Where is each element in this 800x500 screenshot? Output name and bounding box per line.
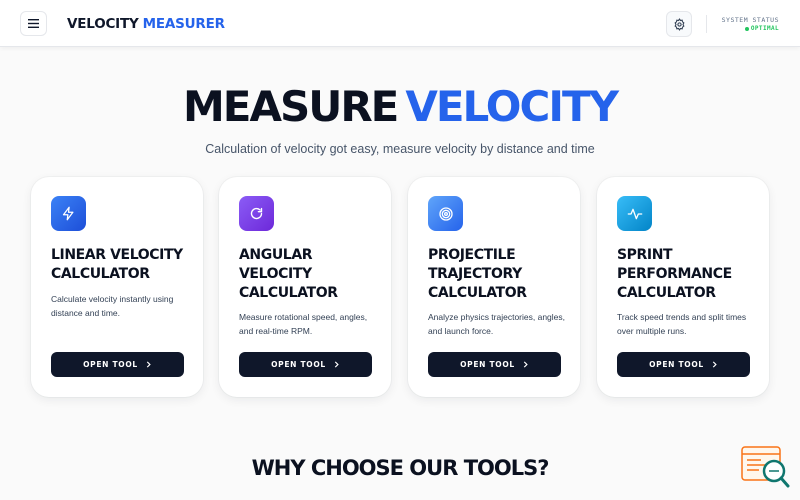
system-status: SYSTEM STATUS OPTIMAL bbox=[722, 16, 779, 32]
status-value-row: OPTIMAL bbox=[722, 25, 779, 32]
card-title: SPRINT PERFORMANCE CALCULATOR bbox=[617, 247, 732, 301]
card-linear-velocity: LINEAR VELOCITY CALCULATOR Calculate vel… bbox=[31, 177, 203, 397]
card-icon-box bbox=[428, 196, 463, 231]
card-projectile-trajectory: PROJECTILE TRAJECTORY CALCULATOR Analyze… bbox=[408, 177, 580, 397]
status-dot-icon bbox=[744, 26, 749, 31]
gear-icon bbox=[673, 17, 685, 31]
chevron-right-icon bbox=[334, 361, 339, 368]
card-icon-box bbox=[239, 196, 274, 231]
card-title: ANGULAR VELOCITY CALCULATOR bbox=[239, 247, 338, 301]
brand-part2: MEASURER bbox=[142, 16, 225, 32]
card-description: Calculate velocity instantly using dista… bbox=[51, 294, 174, 318]
lightning-bolt-icon bbox=[62, 206, 74, 221]
status-label: SYSTEM STATUS bbox=[721, 16, 779, 24]
open-tool-button[interactable]: OPEN TOOL bbox=[617, 352, 750, 377]
hero-title-part2: VELOCITY bbox=[405, 82, 619, 131]
card-description: Analyze physics trajectories, angles, an… bbox=[428, 312, 566, 336]
open-tool-label: OPEN TOOL bbox=[649, 360, 704, 369]
brand-part1: VELOCITY bbox=[67, 16, 139, 32]
hamburger-menu-icon bbox=[28, 19, 39, 28]
card-angular-velocity: ANGULAR VELOCITY CALCULATOR Measure rota… bbox=[219, 177, 391, 397]
open-tool-label: OPEN TOOL bbox=[271, 360, 326, 369]
card-sprint-performance: SPRINT PERFORMANCE CALCULATOR Track spee… bbox=[597, 177, 769, 397]
status-value: OPTIMAL bbox=[750, 25, 779, 32]
pulse-line-icon bbox=[627, 208, 642, 219]
hero-title-part1: MEASURE bbox=[182, 82, 399, 131]
card-description: Track speed trends and split times over … bbox=[617, 312, 747, 336]
open-tool-button[interactable]: OPEN TOOL bbox=[428, 352, 561, 377]
menu-button[interactable] bbox=[20, 11, 47, 36]
card-icon-box bbox=[617, 196, 652, 231]
target-icon bbox=[438, 206, 453, 221]
hero-subtitle: Calculation of velocity got easy, measur… bbox=[205, 142, 595, 156]
card-title: PROJECTILE TRAJECTORY CALCULATOR bbox=[428, 247, 527, 301]
brand-logo[interactable]: VELOCITY MEASURER bbox=[67, 16, 225, 32]
hero-title: MEASURE VELOCITY bbox=[0, 83, 800, 131]
chevron-right-icon bbox=[146, 361, 151, 368]
settings-button[interactable] bbox=[666, 11, 692, 37]
top-header: VELOCITY MEASURER SYSTEM STATUS OPTIMAL bbox=[0, 0, 800, 47]
open-tool-label: OPEN TOOL bbox=[83, 360, 138, 369]
card-title: LINEAR VELOCITY CALCULATOR bbox=[51, 247, 183, 282]
search-document-icon bbox=[741, 446, 790, 488]
open-tool-button[interactable]: OPEN TOOL bbox=[239, 352, 372, 377]
chevron-right-icon bbox=[523, 361, 528, 368]
chevron-right-icon bbox=[712, 361, 717, 368]
open-tool-label: OPEN TOOL bbox=[460, 360, 515, 369]
card-description: Measure rotational speed, angles, and re… bbox=[239, 312, 368, 336]
card-icon-box bbox=[51, 196, 86, 231]
open-tool-button[interactable]: OPEN TOOL bbox=[51, 352, 184, 377]
why-choose-title: WHY CHOOSE OUR TOOLS? bbox=[251, 456, 550, 480]
floating-search-widget[interactable] bbox=[741, 446, 790, 490]
rotate-arrow-icon bbox=[250, 207, 263, 220]
header-divider bbox=[706, 15, 707, 33]
